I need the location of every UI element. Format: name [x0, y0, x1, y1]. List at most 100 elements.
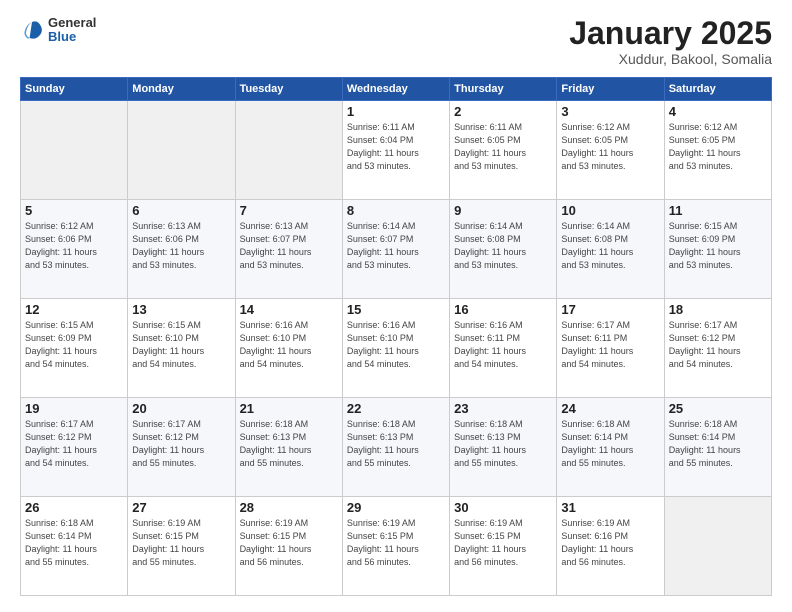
day-info: Sunrise: 6:17 AM Sunset: 6:12 PM Dayligh… [25, 418, 123, 470]
calendar-cell: 21 Sunrise: 6:18 AM Sunset: 6:13 PM Dayli… [235, 398, 342, 497]
calendar-cell: 19 Sunrise: 6:17 AM Sunset: 6:12 PM Dayli… [21, 398, 128, 497]
calendar-header-row: SundayMondayTuesdayWednesdayThursdayFrid… [21, 78, 772, 101]
day-info: Sunrise: 6:14 AM Sunset: 6:08 PM Dayligh… [454, 220, 552, 272]
calendar-cell [235, 101, 342, 200]
calendar-cell: 20 Sunrise: 6:17 AM Sunset: 6:12 PM Dayli… [128, 398, 235, 497]
header: General Blue January 2025 Xuddur, Bakool… [20, 16, 772, 67]
day-info: Sunrise: 6:14 AM Sunset: 6:07 PM Dayligh… [347, 220, 445, 272]
day-number: 7 [240, 203, 338, 218]
day-number: 13 [132, 302, 230, 317]
day-header-monday: Monday [128, 78, 235, 101]
calendar-cell: 3 Sunrise: 6:12 AM Sunset: 6:05 PM Daylig… [557, 101, 664, 200]
calendar-week-row: 12 Sunrise: 6:15 AM Sunset: 6:09 PM Dayli… [21, 299, 772, 398]
day-number: 1 [347, 104, 445, 119]
day-info: Sunrise: 6:19 AM Sunset: 6:15 PM Dayligh… [240, 517, 338, 569]
calendar-week-row: 1 Sunrise: 6:11 AM Sunset: 6:04 PM Daylig… [21, 101, 772, 200]
day-number: 11 [669, 203, 767, 218]
calendar-cell: 11Sunrise: 6:15 AM Sunset: 6:09 PM Dayli… [664, 200, 771, 299]
day-info: Sunrise: 6:17 AM Sunset: 6:12 PM Dayligh… [132, 418, 230, 470]
day-number: 23 [454, 401, 552, 416]
day-info: Sunrise: 6:13 AM Sunset: 6:06 PM Dayligh… [132, 220, 230, 272]
calendar-week-row: 26 Sunrise: 6:18 AM Sunset: 6:14 PM Dayli… [21, 497, 772, 596]
day-info: Sunrise: 6:19 AM Sunset: 6:16 PM Dayligh… [561, 517, 659, 569]
day-info: Sunrise: 6:17 AM Sunset: 6:11 PM Dayligh… [561, 319, 659, 371]
day-number: 8 [347, 203, 445, 218]
day-number: 5 [25, 203, 123, 218]
day-number: 15 [347, 302, 445, 317]
day-info: Sunrise: 6:15 AM Sunset: 6:09 PM Dayligh… [25, 319, 123, 371]
calendar-cell: 28Sunrise: 6:19 AM Sunset: 6:15 PM Dayli… [235, 497, 342, 596]
calendar-cell: 18Sunrise: 6:17 AM Sunset: 6:12 PM Dayli… [664, 299, 771, 398]
day-info: Sunrise: 6:18 AM Sunset: 6:14 PM Dayligh… [669, 418, 767, 470]
calendar-cell: 4 Sunrise: 6:12 AM Sunset: 6:05 PM Daylig… [664, 101, 771, 200]
day-number: 30 [454, 500, 552, 515]
day-number: 2 [454, 104, 552, 119]
calendar-cell: 15 Sunrise: 6:16 AM Sunset: 6:10 PM Dayli… [342, 299, 449, 398]
day-info: Sunrise: 6:19 AM Sunset: 6:15 PM Dayligh… [454, 517, 552, 569]
day-number: 9 [454, 203, 552, 218]
calendar-cell: 1 Sunrise: 6:11 AM Sunset: 6:04 PM Daylig… [342, 101, 449, 200]
day-info: Sunrise: 6:16 AM Sunset: 6:10 PM Dayligh… [347, 319, 445, 371]
day-info: Sunrise: 6:11 AM Sunset: 6:05 PM Dayligh… [454, 121, 552, 173]
day-number: 19 [25, 401, 123, 416]
day-info: Sunrise: 6:11 AM Sunset: 6:04 PM Dayligh… [347, 121, 445, 173]
day-info: Sunrise: 6:18 AM Sunset: 6:13 PM Dayligh… [347, 418, 445, 470]
logo-blue: Blue [48, 30, 96, 44]
day-header-thursday: Thursday [450, 78, 557, 101]
day-info: Sunrise: 6:12 AM Sunset: 6:05 PM Dayligh… [669, 121, 767, 173]
calendar-table: SundayMondayTuesdayWednesdayThursdayFrid… [20, 77, 772, 596]
calendar-cell: 14 Sunrise: 6:16 AM Sunset: 6:10 PM Dayli… [235, 299, 342, 398]
calendar-cell: 6Sunrise: 6:13 AM Sunset: 6:06 PM Daylig… [128, 200, 235, 299]
calendar-cell: 10Sunrise: 6:14 AM Sunset: 6:08 PM Dayli… [557, 200, 664, 299]
calendar-cell: 29 Sunrise: 6:19 AM Sunset: 6:15 PM Dayli… [342, 497, 449, 596]
logo: General Blue [20, 16, 96, 45]
subtitle: Xuddur, Bakool, Somalia [569, 51, 772, 67]
calendar-cell: 12 Sunrise: 6:15 AM Sunset: 6:09 PM Dayli… [21, 299, 128, 398]
calendar-cell: 8 Sunrise: 6:14 AM Sunset: 6:07 PM Daylig… [342, 200, 449, 299]
title-block: January 2025 Xuddur, Bakool, Somalia [569, 16, 772, 67]
day-info: Sunrise: 6:16 AM Sunset: 6:10 PM Dayligh… [240, 319, 338, 371]
calendar-cell: 5 Sunrise: 6:12 AM Sunset: 6:06 PM Daylig… [21, 200, 128, 299]
day-info: Sunrise: 6:12 AM Sunset: 6:05 PM Dayligh… [561, 121, 659, 173]
calendar-cell: 30 Sunrise: 6:19 AM Sunset: 6:15 PM Dayli… [450, 497, 557, 596]
day-number: 3 [561, 104, 659, 119]
day-number: 25 [669, 401, 767, 416]
day-number: 22 [347, 401, 445, 416]
day-header-sunday: Sunday [21, 78, 128, 101]
calendar-cell [664, 497, 771, 596]
logo-icon [20, 18, 44, 42]
day-info: Sunrise: 6:19 AM Sunset: 6:15 PM Dayligh… [347, 517, 445, 569]
day-number: 26 [25, 500, 123, 515]
day-number: 16 [454, 302, 552, 317]
day-info: Sunrise: 6:14 AM Sunset: 6:08 PM Dayligh… [561, 220, 659, 272]
logo-text: General Blue [48, 16, 96, 45]
calendar-cell: 7Sunrise: 6:13 AM Sunset: 6:07 PM Daylig… [235, 200, 342, 299]
day-info: Sunrise: 6:18 AM Sunset: 6:13 PM Dayligh… [240, 418, 338, 470]
calendar-week-row: 19 Sunrise: 6:17 AM Sunset: 6:12 PM Dayli… [21, 398, 772, 497]
day-number: 4 [669, 104, 767, 119]
day-info: Sunrise: 6:18 AM Sunset: 6:14 PM Dayligh… [25, 517, 123, 569]
day-info: Sunrise: 6:12 AM Sunset: 6:06 PM Dayligh… [25, 220, 123, 272]
day-number: 17 [561, 302, 659, 317]
day-header-wednesday: Wednesday [342, 78, 449, 101]
day-number: 24 [561, 401, 659, 416]
calendar-cell: 24Sunrise: 6:18 AM Sunset: 6:14 PM Dayli… [557, 398, 664, 497]
logo-general: General [48, 16, 96, 30]
calendar-week-row: 5 Sunrise: 6:12 AM Sunset: 6:06 PM Daylig… [21, 200, 772, 299]
day-number: 29 [347, 500, 445, 515]
day-number: 14 [240, 302, 338, 317]
day-number: 12 [25, 302, 123, 317]
day-info: Sunrise: 6:16 AM Sunset: 6:11 PM Dayligh… [454, 319, 552, 371]
day-info: Sunrise: 6:18 AM Sunset: 6:13 PM Dayligh… [454, 418, 552, 470]
calendar-cell: 13Sunrise: 6:15 AM Sunset: 6:10 PM Dayli… [128, 299, 235, 398]
page: General Blue January 2025 Xuddur, Bakool… [0, 0, 792, 612]
calendar-cell: 17 Sunrise: 6:17 AM Sunset: 6:11 PM Dayli… [557, 299, 664, 398]
calendar-cell: 2 Sunrise: 6:11 AM Sunset: 6:05 PM Daylig… [450, 101, 557, 200]
day-info: Sunrise: 6:17 AM Sunset: 6:12 PM Dayligh… [669, 319, 767, 371]
day-number: 20 [132, 401, 230, 416]
day-number: 21 [240, 401, 338, 416]
calendar-cell: 26 Sunrise: 6:18 AM Sunset: 6:14 PM Dayli… [21, 497, 128, 596]
calendar-cell: 25 Sunrise: 6:18 AM Sunset: 6:14 PM Dayli… [664, 398, 771, 497]
day-info: Sunrise: 6:19 AM Sunset: 6:15 PM Dayligh… [132, 517, 230, 569]
calendar-cell: 23 Sunrise: 6:18 AM Sunset: 6:13 PM Dayli… [450, 398, 557, 497]
